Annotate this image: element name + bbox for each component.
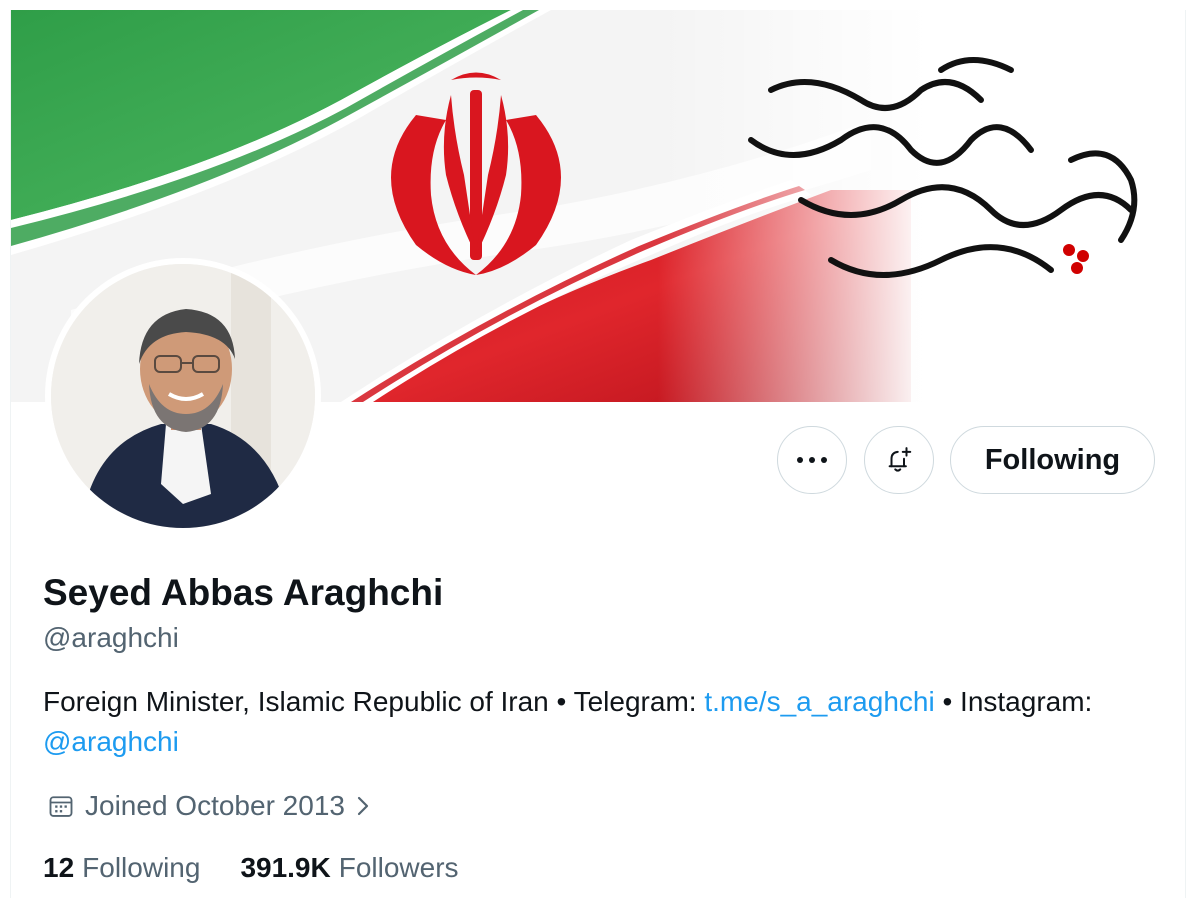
instagram-link[interactable]: @araghchi: [43, 726, 179, 757]
chevron-right-icon: [353, 794, 373, 818]
profile-avatar[interactable]: [45, 258, 321, 534]
bell-plus-icon: [888, 447, 912, 472]
profile-bio: Foreign Minister, Islamic Republic of Ir…: [43, 682, 1163, 762]
profile-handle: @araghchi: [43, 622, 179, 653]
notifications-button[interactable]: [864, 426, 934, 494]
follow-stats: 12 Following 391.9K Followers: [43, 852, 459, 884]
display-name: Seyed Abbas Araghchi: [43, 572, 444, 613]
followers-stat[interactable]: 391.9K Followers: [240, 852, 458, 884]
joined-label: Joined October 2013: [85, 790, 345, 821]
profile-page: Following Seyed Abbas Araghchi @araghchi…: [10, 10, 1186, 898]
bio-text: • Instagram:: [934, 686, 1093, 717]
followers-label: Followers: [338, 852, 459, 883]
followers-count: 391.9K: [240, 852, 331, 883]
following-button[interactable]: Following: [950, 426, 1155, 494]
telegram-link[interactable]: t.me/s_a_araghchi: [704, 686, 934, 717]
following-stat[interactable]: 12 Following: [43, 852, 200, 884]
avatar-photo: [51, 264, 315, 528]
following-count: 12: [43, 852, 75, 883]
joined-date[interactable]: Joined October 2013: [47, 788, 373, 824]
following-button-label: Following: [984, 443, 1121, 476]
calendar-icon: [47, 792, 75, 820]
more-button[interactable]: [777, 426, 847, 494]
following-label: Following: [82, 852, 201, 883]
more-horizontal-icon: [797, 457, 827, 463]
bio-text: Foreign Minister, Islamic Republic of Ir…: [43, 686, 705, 717]
